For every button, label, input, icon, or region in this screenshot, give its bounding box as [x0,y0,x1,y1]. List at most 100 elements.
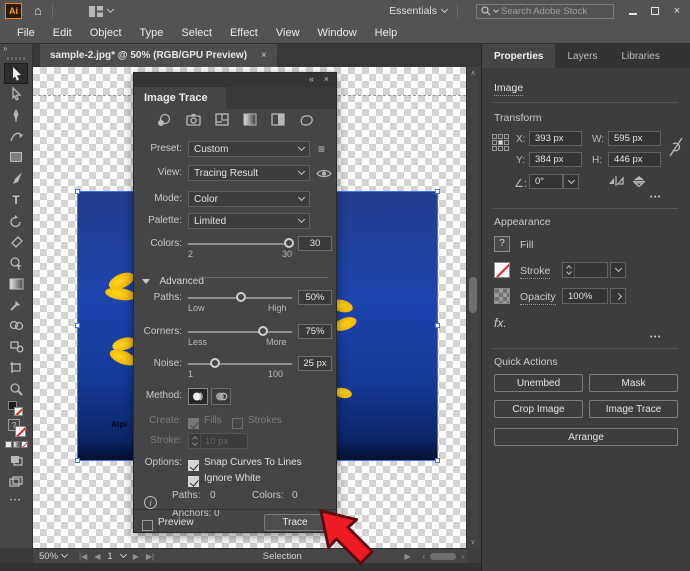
opacity-expand[interactable] [610,288,626,304]
zoom-tool[interactable] [4,378,28,399]
menu-window[interactable]: Window [309,22,366,44]
zoom-level-dropdown[interactable]: 50% [33,549,73,563]
colors-slider-thumb[interactable] [284,238,294,248]
y-field[interactable]: 384 px [529,152,582,167]
last-artboard-icon[interactable]: ▶| [146,552,154,561]
close-panel-icon[interactable]: × [324,74,329,84]
flip-horizontal-icon[interactable] [608,175,624,187]
artboard-tool[interactable] [4,357,28,378]
paths-slider[interactable] [188,297,292,299]
image-trace-button[interactable]: Image Trace [589,400,678,418]
document-tab[interactable]: sample-2.jpg* @ 50% (RGB/GPU Preview) × [40,44,277,67]
menu-select[interactable]: Select [172,22,221,44]
outline-icon[interactable] [299,113,315,127]
colors-slider[interactable] [188,243,292,245]
transform-more-icon[interactable]: ••• [650,194,662,201]
home-icon[interactable]: ⌂ [34,0,42,22]
arrange-button[interactable]: Arrange [494,428,678,446]
noise-slider-thumb[interactable] [210,358,220,368]
selection-handle[interactable] [435,458,440,463]
stroke-swatch[interactable] [14,407,23,416]
fill-swatch[interactable]: ? [494,236,510,252]
stroke-weight-dropdown[interactable] [610,262,626,278]
menu-help[interactable]: Help [366,22,407,44]
fill-stroke-indicator[interactable] [8,401,24,417]
appearance-more-icon[interactable]: ••• [650,334,662,341]
opacity-swatch[interactable] [494,288,510,304]
h-field[interactable]: 446 px [608,152,661,167]
eyedropper-tool[interactable] [4,294,28,315]
eye-icon[interactable] [316,168,332,179]
selection-handle[interactable] [75,323,80,328]
selection-type[interactable]: Image [494,82,523,96]
tab-libraries[interactable]: Libraries [609,44,671,68]
panel-title[interactable]: Image Trace [134,87,226,109]
gradient-button[interactable] [13,441,20,448]
stroke-weight-stepper[interactable]: 10 px [188,433,248,449]
close-button[interactable]: × [666,2,688,20]
angle-field[interactable]: 0° [529,174,563,189]
prev-artboard-icon[interactable]: ◀ [94,552,100,561]
color-button[interactable] [5,441,12,448]
expand-tools-icon[interactable]: » [0,44,32,56]
strokes-checkbox[interactable] [232,418,243,429]
grayscale-icon[interactable] [243,113,258,127]
unembed-button[interactable]: Unembed [494,374,583,392]
workspace-switcher[interactable]: Essentials [389,5,447,17]
scroll-right-icon[interactable]: › [461,552,464,561]
crop-image-button[interactable]: Crop Image [494,400,583,418]
method-abutting-button[interactable] [188,388,208,405]
snap-curves-checkbox[interactable] [188,460,199,471]
shape-builder-tool[interactable] [4,252,28,273]
menu-view[interactable]: View [267,22,309,44]
panel-grip[interactable] [7,57,25,60]
stroke-weight-stepper[interactable] [562,262,608,278]
auto-color-icon[interactable] [156,113,173,128]
mask-button[interactable]: Mask [589,374,678,392]
selection-tool[interactable] [4,63,28,84]
none-button[interactable] [21,441,28,448]
high-color-icon[interactable] [186,113,202,127]
rectangle-tool[interactable] [4,147,28,168]
paths-slider-thumb[interactable] [236,292,246,302]
next-artboard-icon[interactable]: ▶ [133,552,139,561]
preset-dropdown[interactable]: Custom [188,141,310,157]
flip-vertical-icon[interactable] [632,175,646,187]
selection-handle[interactable] [75,189,80,194]
preset-menu-icon[interactable]: ≡ [318,142,325,156]
color-mode-buttons[interactable] [5,441,28,448]
corners-slider-thumb[interactable] [258,326,268,336]
more-tools-icon[interactable]: ••• [10,498,22,504]
minimize-button[interactable] [622,2,644,20]
type-tool[interactable]: T [4,189,28,210]
selection-handle[interactable] [435,323,440,328]
ignore-white-checkbox[interactable] [188,476,199,487]
tab-properties[interactable]: Properties [482,44,555,68]
symbol-sprayer-tool[interactable] [4,336,28,357]
advanced-header[interactable]: Advanced [134,269,336,285]
scroll-down-icon[interactable]: ∨ [467,538,479,546]
artboard-select[interactable]: 1 [107,551,125,562]
selection-handle[interactable] [435,189,440,194]
paintbrush-tool[interactable] [4,168,28,189]
tab-close-icon[interactable]: × [261,50,267,61]
opacity-field[interactable]: 100% [562,288,608,304]
w-field[interactable]: 595 px [608,131,661,146]
vertical-scrollbar[interactable]: ∧ ∨ [466,67,478,548]
preview-checkbox[interactable] [142,520,153,531]
scrollbar-thumb[interactable] [430,553,456,560]
eraser-tool[interactable] [4,231,28,252]
selection-handle[interactable] [75,458,80,463]
mode-dropdown[interactable]: Color [188,191,310,207]
angle-dropdown[interactable] [563,174,579,189]
first-artboard-icon[interactable]: |◀ [79,552,87,561]
pen-tool[interactable] [4,105,28,126]
fills-checkbox[interactable] [188,418,199,429]
unlink-icon[interactable] [668,136,684,158]
opacity-label[interactable]: Opacity [520,291,556,305]
gradient-tool[interactable] [4,273,28,294]
menu-type[interactable]: Type [131,22,173,44]
direct-selection-tool[interactable] [4,84,28,105]
scroll-left-icon[interactable]: ‹ [423,552,426,561]
palette-dropdown[interactable]: Limited [188,213,310,229]
